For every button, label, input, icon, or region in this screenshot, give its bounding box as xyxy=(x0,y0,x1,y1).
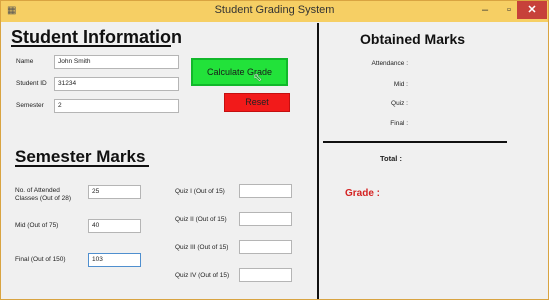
attended-classes-label: No. of Attended Classes (Out of 28) xyxy=(15,187,71,203)
quiz2-field[interactable] xyxy=(239,212,292,226)
semester-marks-underline xyxy=(15,165,149,167)
total-divider xyxy=(323,141,507,143)
student-information-underline xyxy=(11,45,171,47)
name-label: Name xyxy=(16,58,34,65)
quiz4-label: Quiz IV (Out of 15) xyxy=(175,272,230,279)
reset-button[interactable]: Reset xyxy=(224,93,290,112)
app-window: ▦ Student Grading System – ▫ ✕ Student I… xyxy=(0,0,549,300)
quiz3-field[interactable] xyxy=(239,240,292,254)
mid-field[interactable]: 40 xyxy=(88,219,141,233)
attended-classes-field[interactable]: 25 xyxy=(88,185,141,199)
attended-label-line1: No. of Attended xyxy=(15,187,60,194)
semester-field[interactable]: 2 xyxy=(54,99,179,113)
window-title: Student Grading System xyxy=(214,4,335,16)
quiz3-label: Quiz III (Out of 15) xyxy=(175,244,229,251)
quiz4-field[interactable] xyxy=(239,268,292,282)
vertical-divider xyxy=(317,23,319,299)
close-button[interactable]: ✕ xyxy=(517,1,547,19)
name-field[interactable]: John Smith xyxy=(54,55,179,69)
semester-marks-heading: Semester Marks xyxy=(15,147,146,166)
grade-result-label: Grade : xyxy=(345,188,381,199)
quiz-result-label: Quiz : xyxy=(391,100,408,107)
student-id-label: Student ID xyxy=(16,80,47,87)
quiz1-field[interactable] xyxy=(239,184,292,198)
title-bar[interactable]: ▦ Student Grading System – ▫ ✕ xyxy=(1,1,548,22)
quiz1-label: Quiz I (Out of 15) xyxy=(175,188,225,195)
obtained-marks-heading: Obtained Marks xyxy=(360,31,466,47)
mid-label: Mid (Out of 75) xyxy=(15,222,59,229)
mouse-pointer-icon: ⬁ xyxy=(253,72,263,84)
final-label: Final (Out of 150) xyxy=(15,256,66,263)
mid-result-label: Mid : xyxy=(393,81,408,88)
final-field[interactable]: 103 xyxy=(88,253,141,267)
minimize-button[interactable]: – xyxy=(473,1,497,19)
semester-label: Semester xyxy=(16,102,44,109)
attended-label-line2: Classes (Out of 28) xyxy=(15,195,71,202)
attendance-result-label: Attendance : xyxy=(371,60,409,67)
quiz2-label: Quiz II (Out of 15) xyxy=(175,216,227,223)
final-result-label: Final : xyxy=(390,120,408,127)
student-id-field[interactable]: 31234 xyxy=(54,77,179,91)
calculate-grade-button[interactable]: Calculate Grade xyxy=(191,58,288,86)
total-result-label: Total : xyxy=(380,154,402,163)
